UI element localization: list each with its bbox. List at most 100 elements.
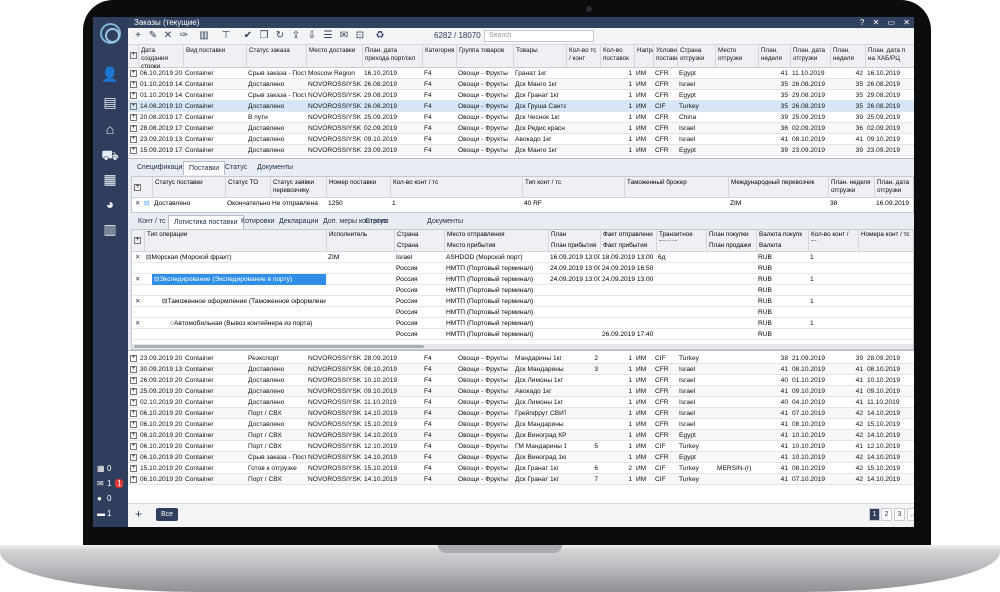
expand-row-icon[interactable]: + (130, 136, 137, 143)
check-icon[interactable]: ✔ (242, 30, 254, 42)
page-button[interactable]: 2 (881, 508, 892, 521)
table-row[interactable]: +01.10.2019 14:49Container Доставлено NOVO… (128, 79, 914, 90)
horizontal-scrollbar[interactable] (132, 344, 913, 349)
table-row[interactable]: +15.10.2019 20:04Container Готов к отгруз… (128, 463, 914, 474)
operation-cell[interactable] (160, 307, 326, 318)
table-row[interactable]: +20.08.2019 17:22Container В пути NOVOROSS… (128, 112, 914, 123)
table-row[interactable]: +26.09.2019 20:04Container Доставлено NOVO… (128, 375, 914, 386)
logistics-column-header[interactable]: Место отправления (444, 230, 548, 241)
trash-icon[interactable]: ♻ (374, 30, 386, 42)
logistics-column-subheader[interactable]: План продажи (706, 241, 756, 252)
tab-supplies[interactable]: Поставки (183, 161, 226, 175)
add-row-icon[interactable]: + (135, 507, 142, 521)
logistics-row[interactable]: Россия НМТП (Портовый терминал) 24.09.2019… (132, 263, 913, 274)
logistics-column-subheader[interactable]: План прибытия (548, 241, 600, 252)
close-icon[interactable]: ✕ (873, 18, 880, 27)
page-button[interactable]: 1 (869, 508, 880, 521)
logistics-column-header[interactable]: План (548, 230, 600, 241)
expand-icon[interactable]: ⊟ (142, 198, 151, 209)
expand-row-icon[interactable]: + (130, 366, 137, 373)
tab-detail[interactable]: Документы (252, 161, 298, 175)
supply-column-header[interactable]: Номер поставки (326, 177, 388, 198)
operation-cell[interactable]: ⊟Морская (Морской фрахт) (144, 252, 326, 263)
supply-column-header[interactable]: Таможенный брокер (624, 177, 728, 198)
copy-icon[interactable]: ❐ (258, 30, 270, 42)
remove-icon[interactable]: ✕ (133, 296, 142, 307)
expand-row-icon[interactable]: + (130, 410, 137, 417)
export-icon[interactable]: ⇪ (290, 30, 302, 42)
sidebar-counter[interactable]: ✉ 1 1 (93, 478, 128, 492)
expand-row-icon[interactable]: + (130, 377, 137, 384)
help-button[interactable]: ? (860, 18, 864, 27)
column-header[interactable]: Место отгрузки (715, 45, 758, 68)
table-row[interactable]: +06.10.2019 20:04Container Порт / СВХ NOVO… (128, 408, 914, 419)
tab-logistics[interactable]: Статус (360, 215, 392, 229)
remove-icon[interactable]: ✕ (133, 318, 142, 329)
column-header[interactable]: Вид поставки (183, 45, 246, 68)
search-input[interactable]: Search (484, 30, 594, 42)
supply-column-header[interactable]: Статус поставки (152, 177, 222, 198)
table-row[interactable]: +02.10.2019 20:04Container Доставлено NOVO… (128, 397, 914, 408)
expand-row-icon[interactable]: + (130, 114, 137, 121)
document-icon[interactable]: ▦ (101, 170, 119, 188)
logistics-add-icon[interactable]: + (134, 237, 141, 244)
logistics-column-subheader[interactable]: Валюта (756, 241, 808, 252)
table-row[interactable]: +23.09.2019 20:04Container Реэкспорт NOVOR… (128, 353, 914, 364)
logistics-column-header[interactable]: Страна (394, 230, 444, 241)
expand-row-icon[interactable]: + (130, 70, 137, 77)
remove-icon[interactable]: ✕ (133, 198, 142, 209)
logistics-row[interactable]: Россия НМТП (Портовый терминал) RUB (132, 307, 913, 318)
column-header[interactable]: План. неделя (758, 45, 790, 68)
logistics-column-subheader[interactable]: Факт прибытия (600, 241, 656, 252)
logistics-row[interactable]: ✕ ⊟Морская (Морской фрахт) ZIM Israel ASHDOD… (132, 252, 913, 263)
table-row[interactable]: +23.09.2019 13:56Container Доставлено NOVO… (128, 134, 914, 145)
column-header[interactable]: Направ (634, 45, 653, 68)
logistics-column-subheader[interactable]: Место прибытия (444, 241, 548, 252)
page-button[interactable]: 3 (894, 508, 905, 521)
supply-column-header[interactable]: Кол-во конт / тс (390, 177, 520, 198)
users-icon[interactable]: 👤 (101, 65, 119, 83)
expand-row-icon[interactable]: + (130, 355, 137, 362)
operation-cell[interactable] (144, 263, 326, 274)
logistics-column-subheader[interactable] (656, 241, 706, 252)
column-header[interactable]: План. дата отгрузки (790, 45, 830, 68)
logistics-row[interactable]: ✕ ⊟Экспедирование (Экспедирование в порту… (132, 274, 913, 285)
table-row[interactable]: +15.09.2019 17:22Container Доставлено NOVO… (128, 145, 914, 156)
header-add-icon[interactable]: + (130, 52, 137, 59)
column-header[interactable]: Дата создания строки (138, 45, 183, 68)
supply-column-header[interactable]: Статус ТО (225, 177, 270, 198)
logistics-icon[interactable]: ⛟ (101, 146, 119, 164)
logistics-column-header[interactable]: Номера конт / тс (858, 230, 914, 241)
logistics-column-subheader[interactable]: Страна (394, 241, 444, 252)
expand-row-icon[interactable]: + (130, 125, 137, 132)
table-row[interactable]: +28.08.2019 17:20Container Доставлено NOVO… (128, 123, 914, 134)
tab-logistics[interactable]: Конт / тс (133, 215, 171, 229)
tab-detail[interactable]: Статус (220, 161, 252, 175)
filter-icon[interactable]: ⊤ (220, 30, 232, 42)
operation-cell[interactable]: ○Автомобильная (Вывоз контейнера из порт… (168, 318, 326, 329)
column-header[interactable]: Товары (513, 45, 566, 68)
bank-icon[interactable]: ⌂ (101, 120, 119, 138)
remove-icon[interactable]: ✕ (133, 274, 142, 285)
logistics-column-header[interactable]: Исполнитель (326, 230, 394, 241)
supply-column-header[interactable]: План. дата отгрузки (874, 177, 914, 198)
table-row[interactable]: +06.10.2019 20:04Container Доставлено NOVO… (128, 419, 914, 430)
maximize-button[interactable]: ▭ (888, 18, 896, 27)
expand-row-icon[interactable]: + (130, 147, 137, 154)
logistics-row[interactable]: ✕ ⊟Таможенное оформление (Таможенное офор… (132, 296, 913, 307)
table-icon[interactable]: ▥ (101, 220, 119, 238)
logistics-row[interactable]: Россия НМТП (Портовый терминал) RUB (132, 285, 913, 296)
operation-cell[interactable] (152, 285, 326, 296)
supply-column-header[interactable]: План. неделя отгрузки (828, 177, 874, 198)
list-icon[interactable]: ☰ (322, 30, 334, 42)
column-header[interactable]: Кол-во поставок (600, 45, 634, 68)
chat-icon[interactable]: ● (97, 494, 102, 503)
supply-column-header[interactable]: Статус заявки перевозчику (270, 177, 326, 198)
column-header[interactable]: Место доставки (306, 45, 362, 68)
sidebar-counter[interactable]: ▦ 0 (93, 463, 128, 477)
tab-logistics[interactable]: Котировки (236, 215, 279, 229)
sidebar-counter[interactable]: ● 0 (93, 493, 128, 507)
calendar-icon[interactable]: ▦ (97, 464, 105, 473)
column-header[interactable]: Категория (422, 45, 456, 68)
add-icon[interactable]: + (132, 30, 144, 42)
